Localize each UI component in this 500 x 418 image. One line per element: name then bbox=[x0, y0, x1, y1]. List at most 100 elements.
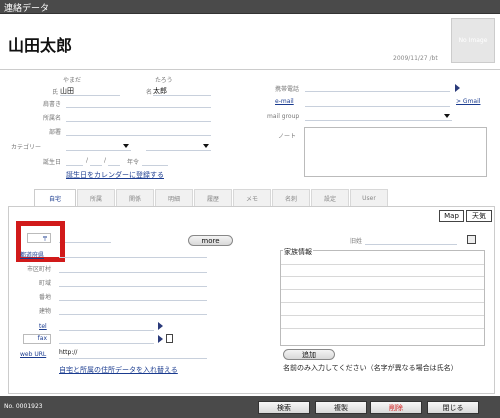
family-row-divider bbox=[281, 328, 484, 329]
birth-day-field[interactable] bbox=[108, 156, 120, 166]
family-row-divider bbox=[281, 289, 484, 290]
duplicate-button[interactable]: 複製 bbox=[315, 401, 367, 414]
family-info-title: 家族情報 bbox=[283, 247, 313, 257]
chevron-down-icon bbox=[123, 144, 129, 148]
tab-history[interactable]: 履歴 bbox=[194, 189, 232, 206]
category-select-2[interactable] bbox=[146, 141, 211, 151]
banchi-label: 番地 bbox=[38, 294, 51, 301]
close-button[interactable]: 閉じる bbox=[427, 401, 479, 414]
call-arrow-icon[interactable] bbox=[455, 84, 460, 92]
footer-bar bbox=[0, 396, 500, 418]
birth-month-field[interactable] bbox=[90, 156, 102, 166]
tel-link[interactable]: tel bbox=[39, 323, 47, 330]
chevron-down-icon bbox=[203, 144, 209, 148]
busho-label: 部署 bbox=[48, 129, 61, 136]
fax-arrow-icon[interactable] bbox=[158, 335, 163, 343]
birth-year-field[interactable] bbox=[66, 156, 83, 166]
shozoku-field[interactable] bbox=[66, 112, 211, 122]
more-button[interactable]: more bbox=[188, 235, 233, 246]
web-url-value: http:// bbox=[59, 349, 78, 356]
mobile-label: 携帯電話 bbox=[275, 86, 300, 93]
mei-kana: たろう bbox=[155, 77, 173, 84]
mail-group-select[interactable] bbox=[305, 111, 452, 121]
mobile-field[interactable] bbox=[305, 82, 450, 92]
tab-business-card-label: 名刺 bbox=[284, 195, 297, 203]
building-field[interactable] bbox=[59, 305, 207, 315]
email-link[interactable]: e-mail bbox=[275, 98, 294, 105]
mei-label: 名 bbox=[146, 89, 153, 96]
city-field[interactable] bbox=[59, 263, 207, 273]
birth-sep-2: / bbox=[104, 157, 107, 164]
chevron-down-icon bbox=[444, 114, 450, 118]
mei-value: 太郎 bbox=[153, 87, 167, 95]
fax-checkbox[interactable] bbox=[166, 334, 173, 343]
swap-address-link[interactable]: 自宅と所属の住所データを入れ替える bbox=[59, 365, 178, 375]
town-field[interactable] bbox=[59, 277, 207, 287]
email-field[interactable] bbox=[305, 97, 450, 107]
old-address-checkbox[interactable] bbox=[467, 235, 476, 244]
tab-affiliation[interactable]: 所属 bbox=[77, 189, 115, 206]
building-label: 建物 bbox=[38, 308, 51, 315]
fax-button[interactable]: fax bbox=[23, 334, 51, 344]
modified-date: 2009/11/27 /bt bbox=[393, 55, 438, 62]
note-textarea[interactable] bbox=[304, 127, 487, 177]
zip-code-field[interactable] bbox=[59, 233, 111, 243]
busho-field[interactable] bbox=[66, 126, 211, 136]
tab-memo[interactable]: メモ bbox=[233, 189, 271, 206]
sei-label: 氏 bbox=[52, 89, 59, 96]
contact-name-heading: 山田太郎 bbox=[8, 36, 73, 55]
tab-settings-label: 設定 bbox=[323, 195, 336, 203]
weather-button[interactable]: 天気 bbox=[466, 210, 492, 222]
search-button[interactable]: 検索 bbox=[258, 401, 310, 414]
family-info-box bbox=[280, 250, 485, 346]
katagaki-label: 肩書き bbox=[42, 101, 61, 108]
gmail-link[interactable]: > Gmail bbox=[456, 98, 480, 105]
age-label: 年令 bbox=[127, 159, 140, 166]
banchi-field[interactable] bbox=[59, 291, 207, 301]
sei-value: 山田 bbox=[60, 87, 74, 95]
add-family-button[interactable]: 追加 bbox=[283, 349, 335, 360]
register-birthday-calendar-link[interactable]: 誕生日をカレンダーに登録する bbox=[66, 170, 164, 180]
family-row-divider bbox=[281, 276, 484, 277]
web-url-field[interactable]: http:// bbox=[59, 349, 207, 359]
family-row-divider bbox=[281, 302, 484, 303]
category-label: カテゴリー bbox=[11, 144, 42, 151]
tab-home[interactable]: 自宅 bbox=[34, 189, 76, 207]
sei-kana: やまだ bbox=[63, 77, 82, 84]
category-select-1[interactable] bbox=[66, 141, 131, 151]
tab-settings[interactable]: 設定 bbox=[311, 189, 349, 206]
tel-field[interactable] bbox=[59, 321, 154, 331]
tab-home-label: 自宅 bbox=[48, 196, 61, 203]
old-address-field[interactable] bbox=[365, 235, 457, 245]
mail-group-label: mail group bbox=[267, 113, 300, 120]
birthday-label: 誕生日 bbox=[42, 159, 61, 166]
tab-details[interactable]: 明細 bbox=[155, 189, 193, 206]
web-url-link[interactable]: web URL bbox=[20, 351, 46, 358]
tab-user[interactable]: User bbox=[350, 189, 388, 206]
fax-field[interactable] bbox=[59, 334, 154, 344]
tab-affiliation-label: 所属 bbox=[89, 195, 102, 203]
katagaki-field[interactable] bbox=[66, 98, 211, 108]
call-arrow-icon[interactable] bbox=[158, 322, 163, 330]
family-row-divider bbox=[281, 315, 484, 316]
old-address-label: 旧姓 bbox=[350, 238, 363, 245]
tab-memo-label: メモ bbox=[245, 195, 258, 203]
tab-relations[interactable]: 関係 bbox=[116, 189, 154, 206]
city-label: 市区町村 bbox=[26, 266, 51, 273]
tab-details-label: 明細 bbox=[167, 195, 180, 203]
prefecture-field[interactable] bbox=[59, 248, 207, 258]
map-button[interactable]: Map bbox=[439, 210, 464, 222]
town-label: 町域 bbox=[38, 280, 51, 287]
contact-photo-placeholder[interactable]: No Image bbox=[451, 18, 495, 63]
family-row-divider bbox=[281, 264, 484, 265]
age-field[interactable] bbox=[142, 156, 168, 166]
mei-field[interactable]: 太郎 bbox=[153, 86, 211, 96]
window-title: 連絡データ bbox=[4, 4, 50, 14]
prefecture-link[interactable]: 都道府県 bbox=[20, 250, 44, 259]
tab-business-card[interactable]: 名刺 bbox=[272, 189, 310, 206]
tab-history-label: 履歴 bbox=[206, 195, 219, 203]
sei-field[interactable]: 山田 bbox=[60, 86, 120, 96]
delete-button[interactable]: 削除 bbox=[370, 401, 422, 414]
record-number: No. 0001923 bbox=[4, 403, 43, 410]
window-titlebar: 連絡データ bbox=[0, 0, 500, 14]
